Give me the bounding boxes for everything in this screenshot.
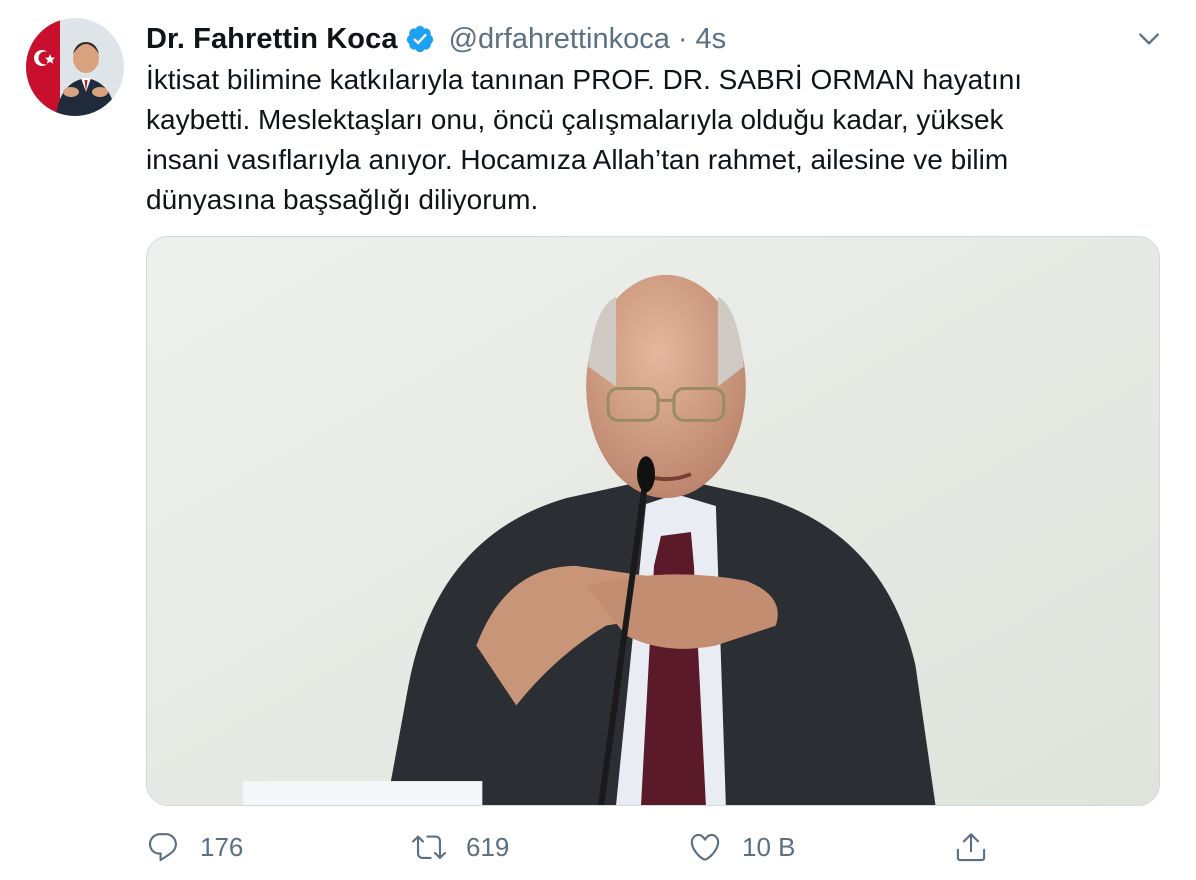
chevron-down-icon <box>1139 33 1159 45</box>
author-handle[interactable]: @drfahrettinkoca <box>449 23 670 56</box>
tweet: Dr. Fahrettin Koca @drfahrettinkoca · 4s… <box>0 0 1196 880</box>
reply-icon <box>148 833 177 862</box>
retweet-count: 619 <box>466 831 510 862</box>
tweet-photo[interactable] <box>146 236 1160 806</box>
tweet-text-line: kaybetti. Meslektaşları onu, öncü çalışm… <box>146 104 1004 135</box>
more-options-button[interactable] <box>1132 24 1166 54</box>
tweet-timestamp[interactable]: 4s <box>696 23 727 56</box>
tweet-text-line: dünyasına başsağlığı diliyorum. <box>146 184 539 215</box>
separator-dot: · <box>677 22 688 55</box>
tweet-text: İktisat bilimine katkılarıyla tanınan PR… <box>146 60 1136 220</box>
like-icon <box>690 833 720 861</box>
avatar-image <box>26 18 124 116</box>
tweet-header: Dr. Fahrettin Koca @drfahrettinkoca · 4s <box>146 20 726 58</box>
author-name[interactable]: Dr. Fahrettin Koca <box>146 23 398 56</box>
reply-count: 176 <box>200 831 244 862</box>
reply-button[interactable]: 176 <box>146 822 243 872</box>
like-count: 10 B <box>742 831 796 862</box>
share-icon <box>956 833 986 862</box>
share-button[interactable] <box>954 822 988 872</box>
photo-image <box>147 237 1159 805</box>
tweet-actions: 176 619 10 B <box>146 822 1006 872</box>
verified-badge-icon <box>405 24 435 54</box>
like-button[interactable]: 10 B <box>688 822 796 872</box>
avatar[interactable] <box>26 18 124 116</box>
retweet-button[interactable]: 619 <box>412 822 509 872</box>
retweet-icon <box>412 835 446 859</box>
tweet-text-line: İktisat bilimine katkılarıyla tanınan PR… <box>146 64 1023 95</box>
tweet-text-line: insani vasıflarıyla anıyor. Hocamıza All… <box>146 144 1009 175</box>
